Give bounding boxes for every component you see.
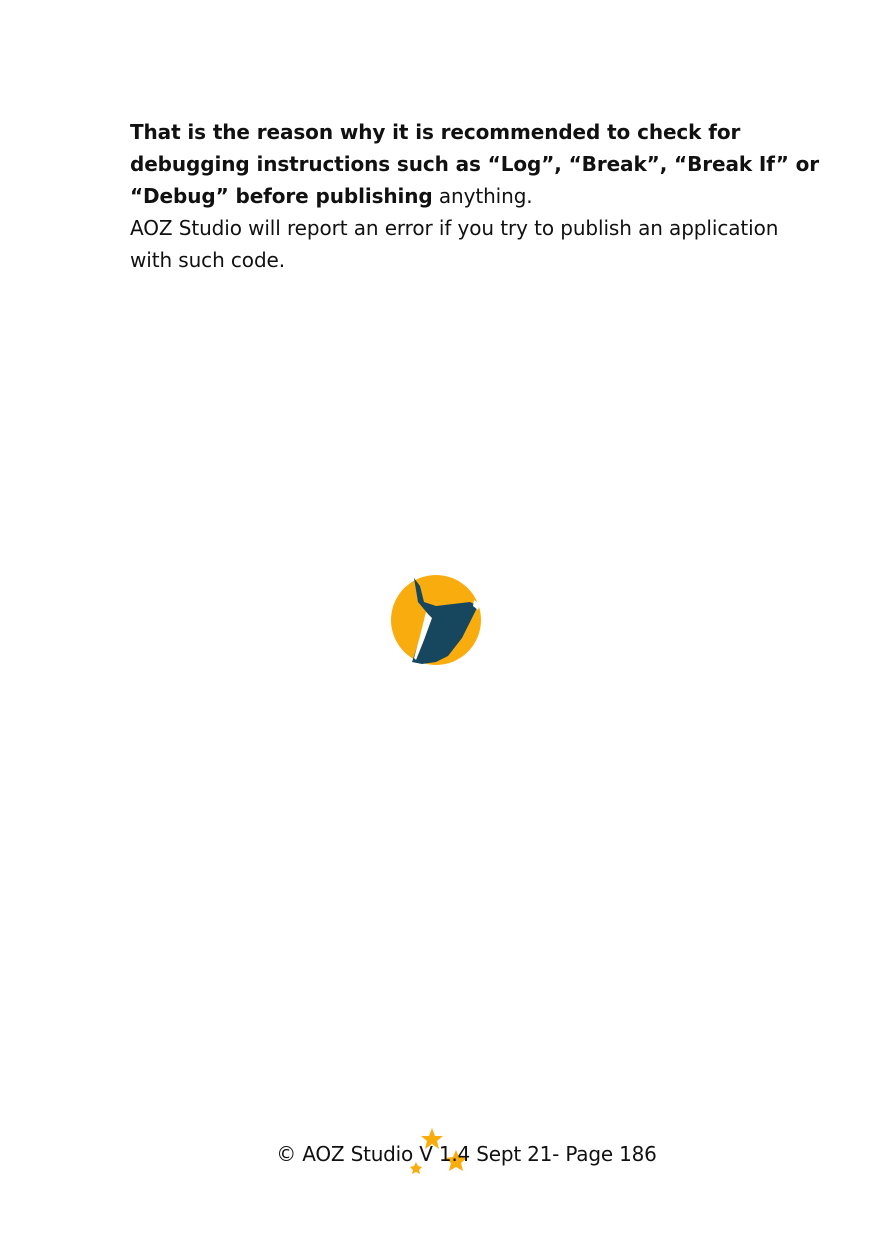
body-text: That is the reason why it is recommended… bbox=[130, 116, 820, 276]
paragraph-error-note: AOZ Studio will report an error if you t… bbox=[130, 216, 779, 272]
recommendation-tail: anything. bbox=[432, 184, 533, 208]
paragraph-recommendation: That is the reason why it is recommended… bbox=[130, 116, 820, 212]
page-footer: © AOZ Studio V 1.4 Sept 21- Page 186 bbox=[276, 1142, 657, 1166]
aoz-studio-logo-icon bbox=[391, 575, 481, 665]
document-page: That is the reason why it is recommended… bbox=[0, 0, 873, 1240]
